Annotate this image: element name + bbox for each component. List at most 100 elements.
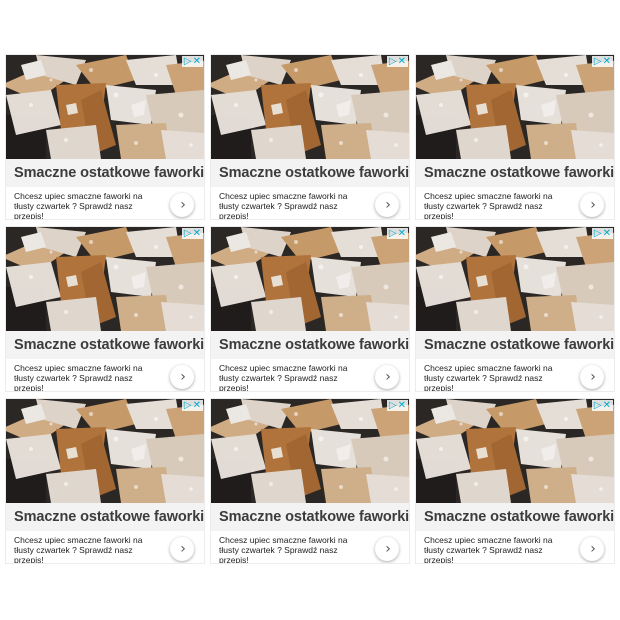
faworki-photo[interactable] <box>416 227 614 331</box>
ad-headline-text: Smaczne ostatkowe faworki <box>219 509 410 525</box>
close-icon[interactable]: ✕ <box>193 56 201 67</box>
ad-headline[interactable]: Smaczne ostatkowe faworki <box>211 503 409 531</box>
ad-headline-text: Smaczne ostatkowe faworki <box>14 165 205 181</box>
faworki-photo[interactable] <box>211 55 409 159</box>
ad-description: Chcesz upiec smaczne faworki na tłusty c… <box>219 535 348 564</box>
adchoices-badge[interactable]: ▷ ✕ <box>181 228 203 239</box>
ad-body: Chcesz upiec smaczne faworki na tłusty c… <box>416 187 614 220</box>
adchoices-badge[interactable]: ▷ ✕ <box>386 228 408 239</box>
cta-button[interactable]: › <box>580 193 604 217</box>
ad-body: Chcesz upiec smaczne faworki na tłusty c… <box>211 531 409 564</box>
close-icon[interactable]: ✕ <box>398 56 406 67</box>
faworki-photo[interactable] <box>211 227 409 331</box>
ad-description: Chcesz upiec smaczne faworki na tłusty c… <box>219 363 348 392</box>
ad-headline-text: Smaczne ostatkowe faworki <box>14 337 205 353</box>
adchoices-icon[interactable]: ▷ <box>594 56 602 67</box>
chevron-right-icon: › <box>180 197 186 213</box>
adchoices-badge[interactable]: ▷ ✕ <box>591 400 613 411</box>
ad-headline[interactable]: Smaczne ostatkowe faworki <box>211 159 409 187</box>
chevron-right-icon: › <box>180 369 186 385</box>
adchoices-badge[interactable]: ▷ ✕ <box>591 228 613 239</box>
ad-card[interactable]: ▷ ✕ Smaczne ostatkowe faworki Chcesz upi… <box>5 226 205 392</box>
ad-headline-text: Smaczne ostatkowe faworki <box>424 509 615 525</box>
ad-description: Chcesz upiec smaczne faworki na tłusty c… <box>14 535 143 564</box>
ad-headline[interactable]: Smaczne ostatkowe faworki <box>416 159 614 187</box>
ad-card[interactable]: ▷ ✕ Smaczne ostatkowe faworki Chcesz upi… <box>415 398 615 564</box>
ad-headline-text: Smaczne ostatkowe faworki <box>14 509 205 525</box>
ad-card[interactable]: ▷ ✕ Smaczne ostatkowe faworki Chcesz upi… <box>210 54 410 220</box>
close-icon[interactable]: ✕ <box>193 228 201 239</box>
ad-body: Chcesz upiec smaczne faworki na tłusty c… <box>211 359 409 392</box>
faworki-photo[interactable] <box>416 55 614 159</box>
ad-headline[interactable]: Smaczne ostatkowe faworki <box>416 503 614 531</box>
ad-headline[interactable]: Smaczne ostatkowe faworki <box>416 331 614 359</box>
adchoices-badge[interactable]: ▷ ✕ <box>386 56 408 67</box>
ad-headline-text: Smaczne ostatkowe faworki <box>219 337 410 353</box>
ad-description: Chcesz upiec smaczne faworki na tłusty c… <box>14 363 143 392</box>
cta-button[interactable]: › <box>375 537 399 561</box>
ad-description: Chcesz upiec smaczne faworki na tłusty c… <box>424 363 553 392</box>
chevron-right-icon: › <box>590 197 596 213</box>
ad-body: Chcesz upiec smaczne faworki na tłusty c… <box>6 187 204 220</box>
adchoices-icon[interactable]: ▷ <box>594 400 602 411</box>
ad-description: Chcesz upiec smaczne faworki na tłusty c… <box>14 191 143 220</box>
chevron-right-icon: › <box>385 541 391 557</box>
ad-card[interactable]: ▷ ✕ Smaczne ostatkowe faworki Chcesz upi… <box>5 54 205 220</box>
ad-headline-text: Smaczne ostatkowe faworki <box>424 165 615 181</box>
chevron-right-icon: › <box>385 197 391 213</box>
adchoices-badge[interactable]: ▷ ✕ <box>181 400 203 411</box>
adchoices-badge[interactable]: ▷ ✕ <box>591 56 613 67</box>
close-icon[interactable]: ✕ <box>398 400 406 411</box>
cta-button[interactable]: › <box>170 193 194 217</box>
close-icon[interactable]: ✕ <box>193 400 201 411</box>
ad-body: Chcesz upiec smaczne faworki na tłusty c… <box>416 359 614 392</box>
ad-headline[interactable]: Smaczne ostatkowe faworki <box>6 503 204 531</box>
adchoices-icon[interactable]: ▷ <box>389 400 397 411</box>
ad-headline[interactable]: Smaczne ostatkowe faworki <box>211 331 409 359</box>
ad-body: Chcesz upiec smaczne faworki na tłusty c… <box>6 531 204 564</box>
cta-button[interactable]: › <box>580 365 604 389</box>
ad-headline-text: Smaczne ostatkowe faworki <box>219 165 410 181</box>
ad-description: Chcesz upiec smaczne faworki na tłusty c… <box>219 191 348 220</box>
chevron-right-icon: › <box>180 541 186 557</box>
adchoices-icon[interactable]: ▷ <box>184 400 192 411</box>
faworki-photo[interactable] <box>6 399 204 503</box>
adchoices-icon[interactable]: ▷ <box>389 228 397 239</box>
chevron-right-icon: › <box>385 369 391 385</box>
ad-description: Chcesz upiec smaczne faworki na tłusty c… <box>424 535 553 564</box>
ad-card[interactable]: ▷ ✕ Smaczne ostatkowe faworki Chcesz upi… <box>415 226 615 392</box>
ad-card[interactable]: ▷ ✕ Smaczne ostatkowe faworki Chcesz upi… <box>210 226 410 392</box>
ad-headline[interactable]: Smaczne ostatkowe faworki <box>6 331 204 359</box>
chevron-right-icon: › <box>590 369 596 385</box>
close-icon[interactable]: ✕ <box>603 400 611 411</box>
adchoices-icon[interactable]: ▷ <box>184 56 192 67</box>
cta-button[interactable]: › <box>375 365 399 389</box>
adchoices-icon[interactable]: ▷ <box>594 228 602 239</box>
adchoices-icon[interactable]: ▷ <box>389 56 397 67</box>
ad-description: Chcesz upiec smaczne faworki na tłusty c… <box>424 191 553 220</box>
close-icon[interactable]: ✕ <box>603 56 611 67</box>
ad-card[interactable]: ▷ ✕ Smaczne ostatkowe faworki Chcesz upi… <box>5 398 205 564</box>
faworki-photo[interactable] <box>416 399 614 503</box>
faworki-photo[interactable] <box>211 399 409 503</box>
close-icon[interactable]: ✕ <box>603 228 611 239</box>
adchoices-icon[interactable]: ▷ <box>184 228 192 239</box>
adchoices-badge[interactable]: ▷ ✕ <box>386 400 408 411</box>
cta-button[interactable]: › <box>375 193 399 217</box>
faworki-photo[interactable] <box>6 227 204 331</box>
ad-grid: ▷ ✕ Smaczne ostatkowe faworki Chcesz upi… <box>5 54 615 564</box>
cta-button[interactable]: › <box>580 537 604 561</box>
ad-card[interactable]: ▷ ✕ Smaczne ostatkowe faworki Chcesz upi… <box>415 54 615 220</box>
faworki-photo[interactable] <box>6 55 204 159</box>
adchoices-badge[interactable]: ▷ ✕ <box>181 56 203 67</box>
ad-body: Chcesz upiec smaczne faworki na tłusty c… <box>416 531 614 564</box>
cta-button[interactable]: › <box>170 537 194 561</box>
ad-headline-text: Smaczne ostatkowe faworki <box>424 337 615 353</box>
ad-body: Chcesz upiec smaczne faworki na tłusty c… <box>6 359 204 392</box>
ad-card[interactable]: ▷ ✕ Smaczne ostatkowe faworki Chcesz upi… <box>210 398 410 564</box>
chevron-right-icon: › <box>590 541 596 557</box>
ad-body: Chcesz upiec smaczne faworki na tłusty c… <box>211 187 409 220</box>
cta-button[interactable]: › <box>170 365 194 389</box>
ad-headline[interactable]: Smaczne ostatkowe faworki <box>6 159 204 187</box>
close-icon[interactable]: ✕ <box>398 228 406 239</box>
